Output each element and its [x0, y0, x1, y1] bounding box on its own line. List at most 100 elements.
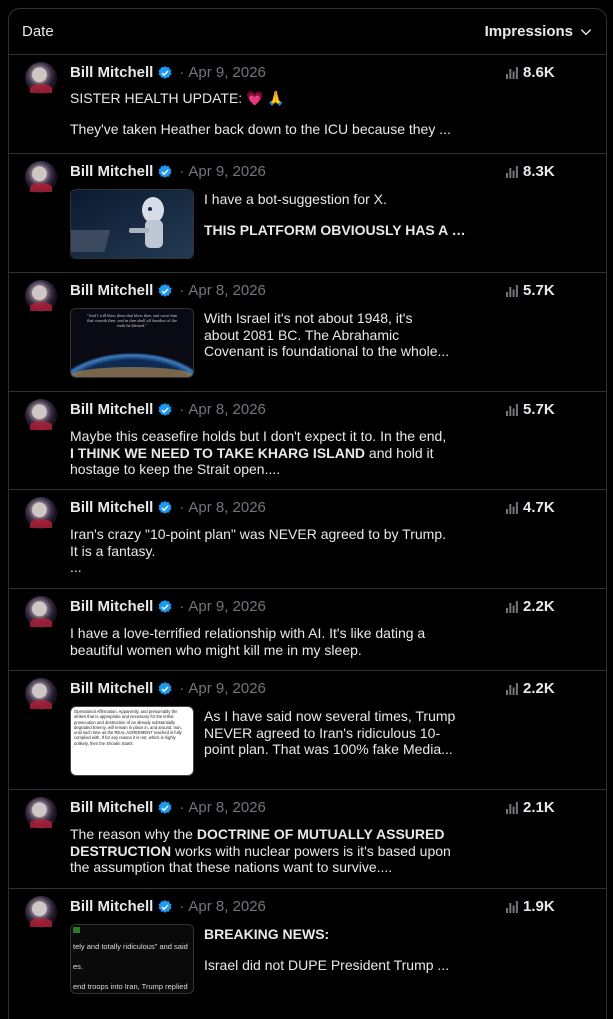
- verified-badge-icon: [158, 899, 172, 913]
- post-text-line: ...: [70, 559, 82, 575]
- post-text-line: Iran's crazy "10-point plan" was NEVER a…: [70, 526, 447, 542]
- analytics-icon: [506, 66, 518, 79]
- verified-badge-icon: [158, 800, 172, 814]
- news-marker-icon: [73, 927, 80, 933]
- verified-badge-icon: [158, 681, 172, 695]
- post-meta: Bill Mitchell · Apr 9, 2026: [70, 163, 266, 180]
- separator: ·: [179, 680, 185, 697]
- avatar[interactable]: [25, 62, 57, 94]
- table-row[interactable]: Bill Mitchell · Apr 8, 2026 4.7K Iran's …: [9, 490, 606, 589]
- verified-badge-icon: [158, 402, 172, 416]
- table-row[interactable]: Bill Mitchell · Apr 8, 2026 5.7K "And I …: [9, 273, 606, 392]
- post-text-line: NEVER agreed to Iran's ridiculous 10-: [204, 724, 441, 741]
- impressions-count: 5.7K: [506, 401, 555, 418]
- date-column-header[interactable]: Date: [22, 23, 54, 40]
- post-meta: Bill Mitchell · Apr 8, 2026: [70, 499, 266, 516]
- author-name[interactable]: Bill Mitchell: [70, 799, 153, 816]
- avatar[interactable]: [25, 896, 57, 928]
- post-date: Apr 9, 2026: [188, 64, 266, 81]
- table-row[interactable]: Bill Mitchell · Apr 8, 2026 5.7K Maybe t…: [9, 392, 606, 490]
- impressions-value: 5.7K: [523, 282, 555, 299]
- post-date: Apr 9, 2026: [188, 680, 266, 697]
- post-meta: Bill Mitchell · Apr 8, 2026: [70, 282, 266, 299]
- post-text-line: the assumption that these nations want t…: [70, 859, 393, 875]
- separator: ·: [179, 401, 185, 418]
- chevron-down-icon: [580, 28, 592, 35]
- post-date: Apr 9, 2026: [188, 598, 266, 615]
- impressions-count: 2.2K: [506, 598, 555, 615]
- post-text: SISTER HEALTH UPDATE: 💗 🙏 They've taken …: [70, 90, 470, 137]
- robot-image: [71, 190, 193, 258]
- separator: ·: [179, 64, 185, 81]
- impressions-count: 4.7K: [506, 499, 555, 516]
- author-name[interactable]: Bill Mitchell: [70, 680, 153, 697]
- analytics-icon: [506, 682, 518, 695]
- analytics-icon: [506, 284, 518, 297]
- avatar[interactable]: [25, 678, 57, 710]
- post-text-line: It is a fantasy.: [70, 542, 156, 559]
- table-row[interactable]: Bill Mitchell · Apr 8, 2026 1.9K tely an…: [9, 889, 606, 1009]
- author-name[interactable]: Bill Mitchell: [70, 499, 153, 516]
- post-text: Iran's crazy "10-point plan" was NEVER a…: [70, 526, 470, 576]
- news-line: es.: [73, 962, 84, 971]
- separator: ·: [179, 799, 185, 816]
- impressions-count: 5.7K: [506, 282, 555, 299]
- post-text-line: Israel did not DUPE President Trump ...: [204, 956, 450, 973]
- post-text-bold: DOCTRINE OF MUTUALLY ASSURED: [196, 826, 445, 842]
- post-text-line: BREAKING NEWS:: [204, 926, 330, 942]
- earth-quote-thumbnail[interactable]: "And I will bless them that bless thee, …: [70, 308, 194, 378]
- post-text: I have a bot-suggestion for X. THIS PLAT…: [204, 191, 466, 238]
- separator: ·: [179, 163, 185, 180]
- post-text-line: With Israel it's not about 1948, it's: [204, 310, 413, 326]
- avatar[interactable]: [25, 797, 57, 829]
- impressions-value: 2.1K: [523, 799, 555, 816]
- post-text-line: SISTER HEALTH UPDATE: 💗 🙏: [70, 90, 285, 106]
- separator: ·: [179, 499, 185, 516]
- author-name[interactable]: Bill Mitchell: [70, 598, 153, 615]
- news-screenshot-thumbnail[interactable]: tely and totally ridiculous" and said es…: [70, 924, 194, 994]
- post-text-line: I have a love-terrified relationship wit…: [70, 625, 426, 641]
- table-row[interactable]: Bill Mitchell · Apr 9, 2026 2.2K I have …: [9, 589, 606, 671]
- post-text-span: The reason why the: [70, 826, 197, 842]
- table-row[interactable]: Bill Mitchell · Apr 9, 2026 2.2K Operati…: [9, 671, 606, 790]
- avatar[interactable]: [25, 399, 57, 431]
- author-name[interactable]: Bill Mitchell: [70, 64, 153, 81]
- analytics-icon: [506, 403, 518, 416]
- avatar[interactable]: [25, 280, 57, 312]
- news-line: end troops into Iran, Trump replied: [73, 982, 188, 991]
- verified-badge-icon: [158, 500, 172, 514]
- post-text-line: THIS PLATFORM OBVIOUSLY HAS A BO...: [204, 221, 466, 238]
- post-meta: Bill Mitchell · Apr 9, 2026: [70, 64, 266, 81]
- post-text-span: works with nuclear powers is it's based …: [171, 842, 451, 859]
- post-date: Apr 9, 2026: [188, 163, 266, 180]
- post-meta: Bill Mitchell · Apr 8, 2026: [70, 401, 266, 418]
- post-text-line: Maybe this ceasefire holds but I don't e…: [70, 428, 447, 444]
- analytics-icon: [506, 600, 518, 613]
- impressions-count: 2.1K: [506, 799, 555, 816]
- article-screenshot-thumbnail[interactable]: Operational Affirmation. Apparently, and…: [70, 706, 194, 776]
- post-text: I have a love-terrified relationship wit…: [70, 625, 470, 658]
- post-text: With Israel it's not about 1948, it's ab…: [204, 310, 466, 360]
- table-row[interactable]: Bill Mitchell · Apr 9, 2026 8.3K I have …: [9, 154, 606, 273]
- separator: ·: [179, 282, 185, 299]
- table-header: Date Impressions: [9, 9, 606, 55]
- author-name[interactable]: Bill Mitchell: [70, 401, 153, 418]
- analytics-icon: [506, 165, 518, 178]
- avatar[interactable]: [25, 596, 57, 628]
- author-name[interactable]: Bill Mitchell: [70, 163, 153, 180]
- avatar[interactable]: [25, 497, 57, 529]
- table-row[interactable]: Bill Mitchell · Apr 9, 2026 8.6K SISTER …: [9, 55, 606, 154]
- impressions-sort-button[interactable]: Impressions: [485, 23, 593, 40]
- post-text-line: hostage to keep the Strait open....: [70, 461, 281, 477]
- impressions-value: 8.3K: [523, 163, 555, 180]
- post-text: The reason why the DOCTRINE OF MUTUALLY …: [70, 826, 470, 876]
- table-row[interactable]: Bill Mitchell · Apr 8, 2026 2.1K The rea…: [9, 790, 606, 889]
- separator: ·: [179, 898, 185, 915]
- author-name[interactable]: Bill Mitchell: [70, 282, 153, 299]
- impressions-value: 1.9K: [523, 898, 555, 915]
- impressions-column-header: Impressions: [484, 23, 573, 40]
- robot-image-thumbnail[interactable]: [70, 189, 194, 259]
- avatar[interactable]: [25, 161, 57, 193]
- post-text-line: point plan. That was 100% fake Media...: [204, 741, 453, 757]
- author-name[interactable]: Bill Mitchell: [70, 898, 153, 915]
